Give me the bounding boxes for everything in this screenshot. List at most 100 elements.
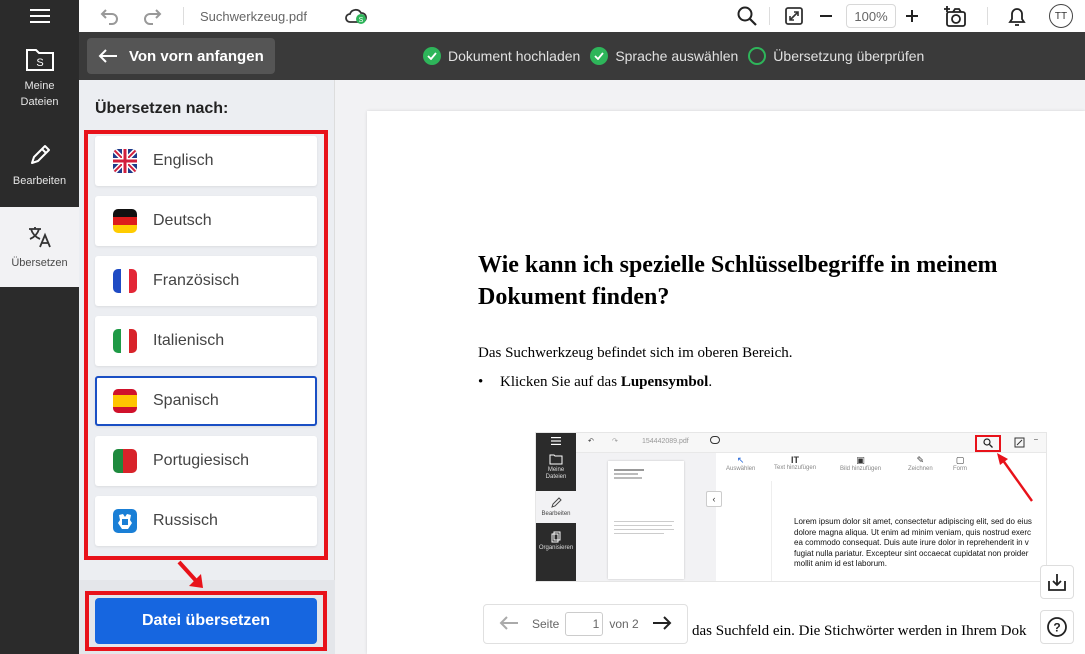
embedded-tools: ↖ Auswählen IT Text hinzufügen ▣ Bild hinzu… [576,453,1046,479]
language-option-spanish[interactable]: Spanisch [95,376,317,426]
arrow-left-icon [499,615,518,630]
language-option-french[interactable]: Französisch [95,256,317,306]
user-avatar[interactable]: TT [1049,4,1073,28]
zoom-in-button[interactable] [903,6,921,26]
zoom-out-button[interactable] [817,6,835,26]
download-icon [1048,574,1066,591]
red-arrow-annotation [997,453,1033,502]
svg-text:?: ? [1053,621,1060,635]
pencil-icon [30,145,50,164]
language-option-english[interactable]: Englisch [95,136,317,186]
bullet-text: Klicken Sie auf das [500,374,621,390]
undo-icon [100,9,118,25]
undo-button[interactable] [98,6,120,26]
rail-item-my-files[interactable]: S Meine Dateien [0,32,79,120]
language-option-italian[interactable]: Italienisch [95,316,317,366]
file-name: Suchwerkzeug.pdf [200,9,307,24]
collapse-button: ‹ [706,491,722,507]
arrow-left-icon [98,49,117,63]
language-option-russian[interactable]: Russisch [95,496,317,546]
lorem-line: Lorem ipsum dolor sit amet, consectetur … [794,517,1032,526]
bullet-suffix: . [708,374,713,390]
cloud-sync-button[interactable]: S [344,6,368,26]
folder-icon [549,454,563,465]
notifications-button[interactable] [1006,4,1028,28]
step-label: Übersetzung überprüfen [773,48,925,64]
help-icon: ? [1047,617,1067,637]
document-bottom-text: das Suchfeld ein. Die Stichwörter werden… [692,623,1027,639]
restart-button[interactable]: Von vorn anfangen [87,38,275,74]
screenshot-button[interactable] [943,4,969,28]
translate-icon [28,227,51,248]
language-label: Deutsch [153,212,212,229]
cloud-sync-icon: S [345,8,367,24]
check-circle-icon [423,47,441,65]
language-option-german[interactable]: Deutsch [95,196,317,246]
page-total: von 2 [609,617,639,631]
hamburger-icon [551,437,561,445]
russia-flag-icon [113,509,137,533]
language-panel: Übersetzen nach: Englisch Deutsch Franzö… [79,80,335,654]
document-heading: Wie kann ich spezielle Schlüsselbegriffe… [478,252,998,310]
france-flag-icon [113,269,137,293]
embedded-tool: ▢ Form [953,455,967,472]
embedded-tool-label: Form [953,466,967,472]
lorem-line: fugiat nulla pariatur. Excepteur sint oc… [794,548,1029,558]
language-option-portuguese[interactable]: Portugiesisch [95,436,317,486]
document-bullet: Klicken Sie auf das Lupensymbol. [478,374,713,391]
embedded-lorem: Lorem ipsum dolor sit amet, consectetur … [794,517,1046,570]
redo-icon: ↷ [612,438,618,445]
embedded-rail-label: Meine Dateien [545,467,567,480]
undo-icon: ↶ [588,438,594,445]
help-button[interactable]: ? [1040,610,1074,644]
rail-label-translate: Übersetzen [11,257,68,269]
page-label: Seite [532,617,560,631]
zoom-level-input[interactable]: 100% [846,4,896,28]
download-button[interactable] [1040,565,1074,599]
step-label: Dokument hochladen [448,48,581,64]
redo-button[interactable] [142,6,164,26]
plus-icon [906,10,918,22]
embedded-rail-item: Meine Dateien [536,453,576,481]
previous-page-button[interactable] [498,615,520,634]
spain-flag-icon [113,389,137,413]
embedded-rail: Meine Dateien Bearbeiten Organisieren [536,433,576,581]
step-language: Sprache auswählen [590,47,738,65]
pencil-icon [551,497,562,508]
step-upload: Dokument hochladen [423,47,580,65]
camera-add-icon [944,6,966,27]
search-icon [737,6,757,26]
translate-file-button[interactable]: Datei übersetzen [95,598,317,644]
portugal-flag-icon [113,449,137,473]
search-button[interactable] [736,5,758,27]
page-number-input[interactable]: 1 [565,612,604,636]
embedded-rail-label: Bearbeiten [541,511,571,517]
redo-icon [144,9,162,25]
embedded-tool: IT Text hinzufügen [774,455,817,471]
bell-icon [1008,8,1026,26]
organize-icon [551,531,561,543]
rail-label-my-files: Meine Dateien [20,80,59,108]
embedded-rail-item: Organisieren [536,531,576,551]
step-bar: Von vorn anfangen Dokument hochladen Spr… [79,32,1085,80]
top-toolbar: Suchwerkzeug.pdf S 100% TT [79,0,1085,32]
embedded-tool-label: Auswählen [726,466,756,472]
red-arrow-annotation [177,560,203,588]
hamburger-icon [29,9,50,23]
minus-icon: – [1034,436,1038,443]
next-page-button[interactable] [651,615,673,634]
check-circle-icon [590,47,609,65]
embedded-rail-item: Bearbeiten [536,491,576,523]
progress-steps: Dokument hochladen Sprache auswählen Übe… [423,47,926,65]
language-label: Russisch [153,512,218,529]
lorem-line: dolore magna aliqua. Ut enim ad minim ve… [794,527,1032,537]
rail-item-translate[interactable]: Übersetzen [0,207,79,287]
rail-item-edit[interactable]: Bearbeiten [0,120,79,207]
divider [183,7,184,25]
language-label: Portugiesisch [153,452,250,469]
menu-button[interactable] [0,0,79,32]
embedded-tool: ↖ Auswählen [726,455,756,472]
bullet-bold-text: Lupensymbol [620,374,709,390]
fit-page-button[interactable] [783,5,805,27]
uk-flag-icon [113,149,137,173]
